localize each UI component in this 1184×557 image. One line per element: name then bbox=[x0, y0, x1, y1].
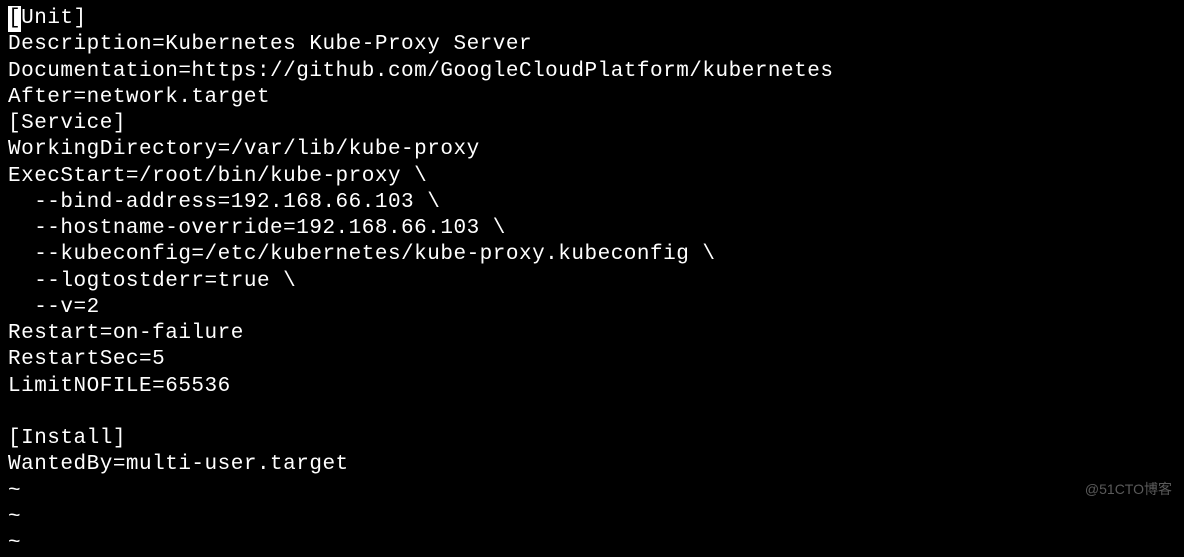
vim-empty-line-tilde: ~ bbox=[8, 531, 1176, 557]
terminal-line: ExecStart=/root/bin/kube-proxy \ bbox=[8, 164, 1176, 190]
terminal-line: --kubeconfig=/etc/kubernetes/kube-proxy.… bbox=[8, 242, 1176, 268]
terminal-line: Description=Kubernetes Kube-Proxy Server bbox=[8, 32, 1176, 58]
terminal-line: [Install] bbox=[8, 426, 1176, 452]
terminal-line: --v=2 bbox=[8, 295, 1176, 321]
terminal-line: Documentation=https://github.com/GoogleC… bbox=[8, 59, 1176, 85]
terminal-line: After=network.target bbox=[8, 85, 1176, 111]
terminal-line bbox=[8, 400, 1176, 426]
vim-empty-line-tilde: ~ bbox=[8, 479, 1176, 505]
terminal-line: LimitNOFILE=65536 bbox=[8, 374, 1176, 400]
terminal-line: Restart=on-failure bbox=[8, 321, 1176, 347]
watermark-label: @51CTO博客 bbox=[1085, 481, 1172, 499]
terminal-line: RestartSec=5 bbox=[8, 347, 1176, 373]
terminal-line: WorkingDirectory=/var/lib/kube-proxy bbox=[8, 137, 1176, 163]
terminal-line: --logtostderr=true \ bbox=[8, 269, 1176, 295]
terminal-line: --hostname-override=192.168.66.103 \ bbox=[8, 216, 1176, 242]
terminal-line: [Unit] bbox=[8, 6, 1176, 32]
terminal-text: Unit] bbox=[21, 7, 87, 30]
terminal-output: [Unit]Description=Kubernetes Kube-Proxy … bbox=[8, 6, 1176, 557]
terminal-line: [Service] bbox=[8, 111, 1176, 137]
terminal-line: --bind-address=192.168.66.103 \ bbox=[8, 190, 1176, 216]
terminal-line: WantedBy=multi-user.target bbox=[8, 452, 1176, 478]
cursor-block: [ bbox=[8, 6, 21, 32]
